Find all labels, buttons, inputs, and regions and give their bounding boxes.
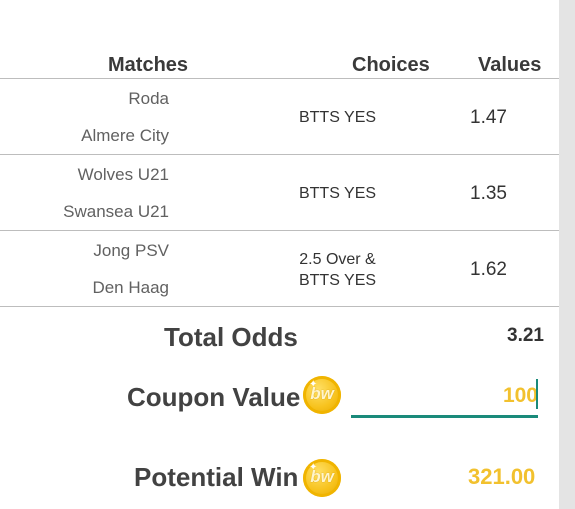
home-team: Wolves U21 <box>77 165 169 184</box>
coin-text: bw <box>310 467 334 486</box>
header-matches: Matches <box>108 54 189 76</box>
potential-win-label: Potential Win <box>134 462 299 492</box>
bw-coin-icon: ✦ bw <box>303 376 341 414</box>
away-team: Swansea U21 <box>63 202 169 221</box>
choice-text: 2.5 Over & BTTS YES <box>280 249 395 291</box>
choice-text: BTTS YES <box>280 107 395 128</box>
odds-value: 1.47 <box>470 107 507 128</box>
coupon-value-label: Coupon Value <box>127 382 301 412</box>
choice-line: BTTS YES <box>298 109 377 126</box>
table-divider <box>0 154 559 155</box>
home-team: Jong PSV <box>93 241 169 260</box>
text-cursor <box>536 379 538 409</box>
home-team: Roda <box>128 89 169 108</box>
total-odds-value: 3.21 <box>507 325 544 346</box>
odds-value: 1.62 <box>470 259 507 280</box>
odds-value: 1.35 <box>470 183 507 204</box>
coin-text: bw <box>310 384 334 403</box>
potential-win-value: 321.00 <box>468 464 536 489</box>
scrollbar[interactable] <box>559 0 575 509</box>
table-divider <box>0 306 559 307</box>
coupon-value-text: 100 <box>502 384 538 407</box>
table-divider <box>0 230 559 231</box>
choice-line: BTTS YES <box>298 272 377 289</box>
input-underline <box>351 415 538 418</box>
header-values: Values <box>478 54 542 76</box>
choice-text: BTTS YES <box>280 183 395 204</box>
total-odds-label: Total Odds <box>164 322 298 352</box>
away-team: Den Haag <box>92 278 169 297</box>
choice-line: BTTS YES <box>298 185 377 202</box>
coupon-value-input[interactable]: 100 <box>351 376 538 418</box>
table-divider <box>0 78 559 79</box>
away-team: Almere City <box>81 126 169 145</box>
choice-line: 2.5 Over & <box>299 251 376 268</box>
bw-coin-icon: ✦ bw <box>303 459 341 497</box>
header-choices: Choices <box>352 54 430 76</box>
